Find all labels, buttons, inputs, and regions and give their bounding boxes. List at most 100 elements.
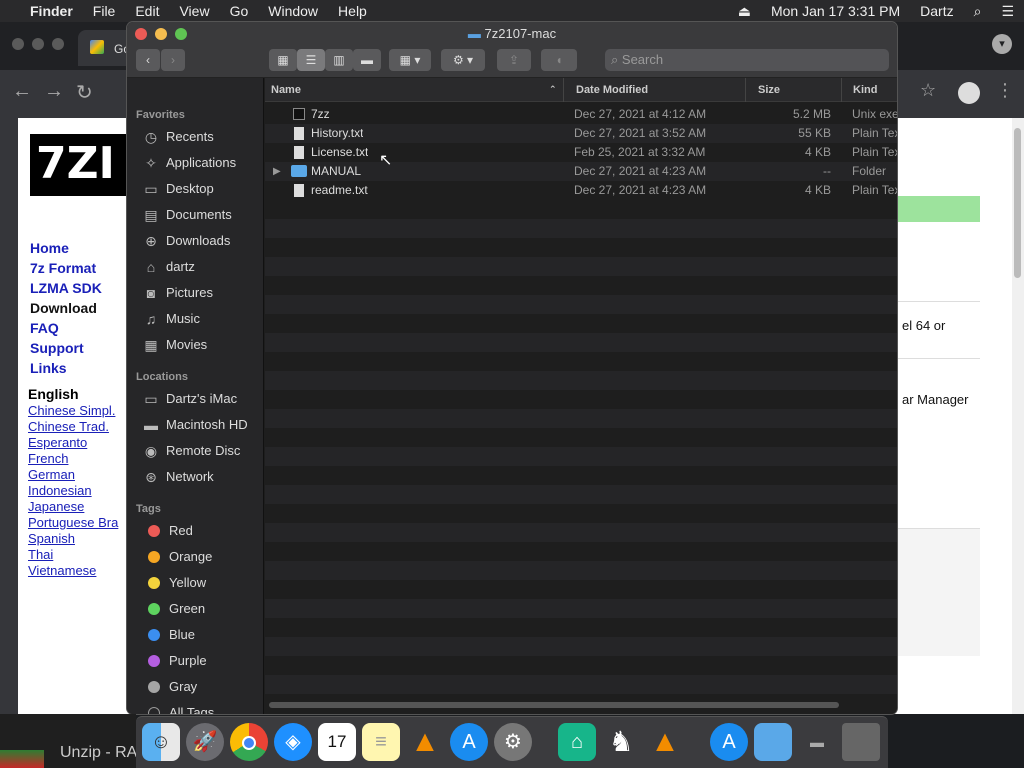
column-header-kind[interactable]: Kind — [853, 84, 877, 96]
sidebar-item-documents[interactable]: ▤ Documents — [142, 204, 260, 226]
column-view-button[interactable]: ▥ — [325, 49, 353, 71]
safari-icon[interactable]: ◈ — [274, 723, 312, 761]
file-row[interactable]: ▶ MANUAL Dec 27, 2021 at 4:23 AM -- Fold… — [265, 162, 897, 181]
sidebar-tag-orange[interactable]: Orange — [145, 546, 263, 568]
drive-icon[interactable]: ▬ — [798, 723, 836, 761]
eject-icon[interactable]: ⏏ — [728, 3, 761, 20]
nav-faq[interactable]: FAQ — [30, 320, 59, 336]
spotlight-search-icon[interactable]: ⌕ — [964, 3, 992, 20]
menu-window[interactable]: Window — [258, 3, 328, 19]
language-link[interactable]: Thai — [28, 547, 53, 562]
sidebar-item-remote-disc[interactable]: ◉ Remote Disc — [142, 440, 260, 462]
file-row[interactable]: License.txt Feb 25, 2021 at 3:32 AM 4 KB… — [265, 143, 897, 162]
language-link[interactable]: Japanese — [28, 499, 84, 514]
language-link[interactable]: German — [28, 467, 75, 482]
language-link[interactable]: Chinese Simpl. — [28, 403, 115, 418]
share-icon[interactable]: ⇪ — [497, 49, 531, 71]
language-link[interactable]: Portuguese Bra — [28, 515, 118, 530]
sidebar-item-movies[interactable]: ▦ Movies — [142, 334, 260, 356]
sidebar-tag-purple[interactable]: Purple — [145, 650, 263, 672]
page-scrollbar[interactable] — [1012, 118, 1024, 714]
search-input[interactable]: ⌕ Search — [605, 49, 889, 71]
nav-home[interactable]: Home — [30, 240, 69, 256]
file-row[interactable]: readme.txt Dec 27, 2021 at 4:23 AM 4 KB … — [265, 181, 897, 200]
back-arrow-icon[interactable]: ← — [12, 80, 32, 103]
menu-app-name[interactable]: Finder — [20, 3, 83, 19]
sidebar-item-applications[interactable]: ✧ Applications — [142, 152, 260, 174]
sidebar-item-downloads[interactable]: ⊕ Downloads — [142, 230, 260, 252]
browser-minimize-button[interactable] — [32, 38, 44, 50]
launchpad-icon[interactable]: 🚀 — [186, 723, 224, 761]
language-link[interactable]: Chinese Trad. — [28, 419, 109, 434]
nav-lzma-sdk[interactable]: LZMA SDK — [30, 280, 102, 296]
notes-icon[interactable]: ≡ — [362, 723, 400, 761]
tag-icon[interactable]: ◖ — [541, 49, 577, 71]
chrome-icon[interactable] — [230, 723, 268, 761]
file-row[interactable]: 7zz Dec 27, 2021 at 4:12 AM 5.2 MB Unix … — [265, 105, 897, 124]
calendar-icon[interactable]: 17 — [318, 723, 356, 761]
sidebar-item-desktop[interactable]: ▭ Desktop — [142, 178, 260, 200]
disclosure-triangle-icon[interactable]: ▶ — [273, 162, 281, 181]
sidebar-tag-red[interactable]: Red — [145, 520, 263, 542]
chess-icon[interactable]: ♞ — [602, 723, 640, 761]
sidebar-all-tags[interactable]: All Tags... — [145, 702, 263, 714]
user-name[interactable]: Dartz — [910, 3, 963, 19]
language-link[interactable]: Spanish — [28, 531, 75, 546]
menu-edit[interactable]: Edit — [125, 3, 169, 19]
trash-icon[interactable] — [842, 723, 880, 761]
reload-icon[interactable]: ↻ — [76, 80, 93, 105]
finder-icon[interactable]: ☺ — [142, 723, 180, 761]
sidebar-tag-blue[interactable]: Blue — [145, 624, 263, 646]
forward-button[interactable]: › — [161, 49, 185, 71]
group-by-button[interactable]: ▦ ▾ — [389, 49, 431, 71]
more-menu-icon[interactable]: ⋮ — [996, 80, 1014, 101]
sort-chevron-icon[interactable]: ⌃ — [549, 84, 557, 95]
clock-text[interactable]: Mon Jan 17 3:31 PM — [761, 3, 910, 19]
column-header-name[interactable]: Name — [271, 84, 301, 96]
list-view-button[interactable]: ☰ — [297, 49, 325, 71]
sidebar-item-macintosh-hd[interactable]: ▬ Macintosh HD — [142, 414, 260, 436]
vlc-icon[interactable]: ▲ — [406, 723, 444, 761]
sidebar-item-recents[interactable]: ◷ Recents — [142, 126, 260, 148]
app-store-icon[interactable]: A — [450, 723, 488, 761]
gallery-view-button[interactable]: ▬ — [353, 49, 381, 71]
language-link[interactable]: Vietnamese — [28, 563, 96, 578]
background-window-tab[interactable]: Unzip - RA — [0, 714, 137, 768]
unarchiver-icon[interactable]: ⌂ — [558, 723, 596, 761]
language-link[interactable]: Indonesian — [28, 483, 92, 498]
control-center-icon[interactable]: ☰ — [991, 3, 1024, 20]
sidebar-item-music[interactable]: ♫ Music — [142, 308, 260, 330]
menu-file[interactable]: File — [83, 3, 126, 19]
nav-download[interactable]: Download — [30, 300, 97, 316]
browser-zoom-button[interactable] — [52, 38, 64, 50]
browser-close-button[interactable] — [12, 38, 24, 50]
sidebar-tag-green[interactable]: Green — [145, 598, 263, 620]
back-button[interactable]: ‹ — [136, 49, 160, 71]
icon-view-button[interactable]: ▦ — [269, 49, 297, 71]
folder-icon[interactable] — [754, 723, 792, 761]
file-row[interactable]: History.txt Dec 27, 2021 at 3:52 AM 55 K… — [265, 124, 897, 143]
action-gear-icon[interactable]: ⚙ ▾ — [441, 49, 485, 71]
nav-7z-format[interactable]: 7z Format — [30, 260, 96, 276]
sidebar-item-imac[interactable]: ▭ Dartz's iMac — [142, 388, 260, 410]
menu-help[interactable]: Help — [328, 3, 377, 19]
tab-search-icon[interactable]: ▾ — [992, 34, 1012, 54]
language-link[interactable]: French — [28, 451, 68, 466]
app-store-icon[interactable]: A — [710, 723, 748, 761]
sidebar-tag-gray[interactable]: Gray — [145, 676, 263, 698]
column-header-size[interactable]: Size — [758, 84, 780, 96]
nav-links[interactable]: Links — [30, 360, 67, 376]
profile-avatar-icon[interactable] — [958, 82, 980, 104]
system-preferences-icon[interactable]: ⚙ — [494, 723, 532, 761]
bookmark-star-icon[interactable]: ☆ — [920, 80, 936, 101]
horizontal-scrollbar[interactable] — [269, 702, 839, 708]
sidebar-item-network[interactable]: ⊛ Network — [142, 466, 260, 488]
column-header-date[interactable]: Date Modified — [576, 84, 648, 96]
sidebar-tag-yellow[interactable]: Yellow — [145, 572, 263, 594]
language-link[interactable]: Esperanto — [28, 435, 87, 450]
sidebar-item-home[interactable]: ⌂ dartz — [142, 256, 260, 278]
sidebar-item-pictures[interactable]: ◙ Pictures — [142, 282, 260, 304]
menu-go[interactable]: Go — [220, 3, 259, 19]
menu-view[interactable]: View — [169, 3, 219, 19]
nav-support[interactable]: Support — [30, 340, 84, 356]
